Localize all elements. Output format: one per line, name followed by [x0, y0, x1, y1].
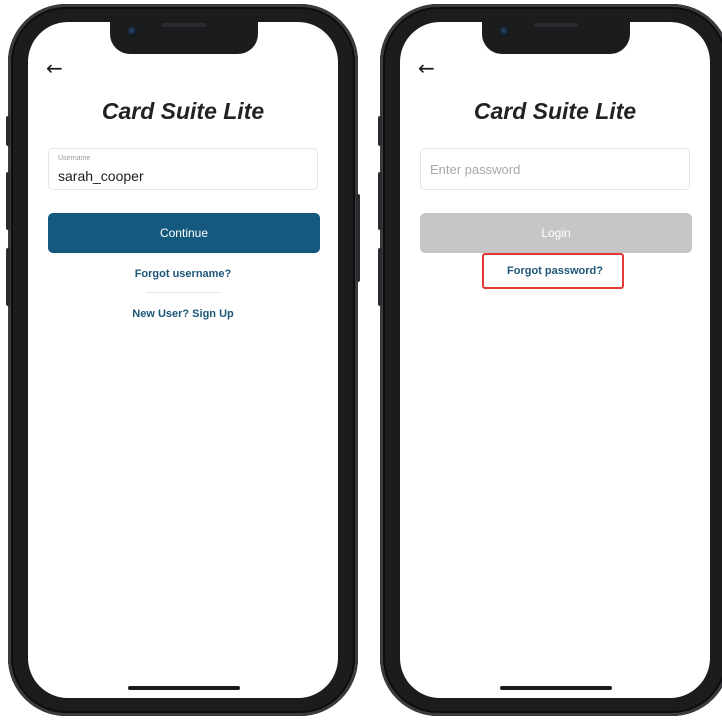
login-username-screen: ← Card Suite Lite Username sarah_cooper … [28, 22, 338, 698]
mute-switch [6, 116, 10, 146]
username-field[interactable]: Username sarah_cooper [48, 148, 318, 190]
phone-frame-right: ← Card Suite Lite Login Forgot password? [378, 4, 722, 716]
notch [110, 22, 258, 54]
username-value[interactable]: sarah_cooper [58, 168, 144, 184]
password-input[interactable] [430, 149, 680, 189]
app-title: Card Suite Lite [473, 98, 637, 124]
front-camera [128, 27, 137, 36]
mute-switch [378, 116, 382, 146]
back-arrow-icon[interactable]: ← [418, 58, 435, 78]
home-indicator [500, 686, 612, 690]
back-arrow-icon[interactable]: ← [46, 58, 63, 78]
app-title: Card Suite Lite [101, 98, 265, 124]
front-camera [500, 27, 509, 36]
phone-frame-left: ← Card Suite Lite Username sarah_cooper … [6, 4, 360, 716]
volume-up-button [378, 172, 382, 230]
volume-up-button [6, 172, 10, 230]
volume-down-button [6, 248, 10, 306]
continue-button[interactable]: Continue [48, 213, 320, 253]
divider [146, 292, 220, 293]
forgot-password-link[interactable]: Forgot password? [400, 265, 710, 277]
earpiece-speaker [534, 23, 578, 27]
signup-link[interactable]: New User? Sign Up [28, 308, 338, 320]
earpiece-speaker [162, 23, 206, 27]
username-label: Username [58, 155, 91, 162]
login-password-screen: ← Card Suite Lite Login Forgot password? [400, 22, 710, 698]
power-button [356, 194, 360, 282]
forgot-username-link[interactable]: Forgot username? [28, 268, 338, 280]
volume-down-button [378, 248, 382, 306]
notch [482, 22, 630, 54]
login-button[interactable]: Login [420, 213, 692, 253]
home-indicator [128, 686, 240, 690]
password-field[interactable] [420, 148, 690, 190]
